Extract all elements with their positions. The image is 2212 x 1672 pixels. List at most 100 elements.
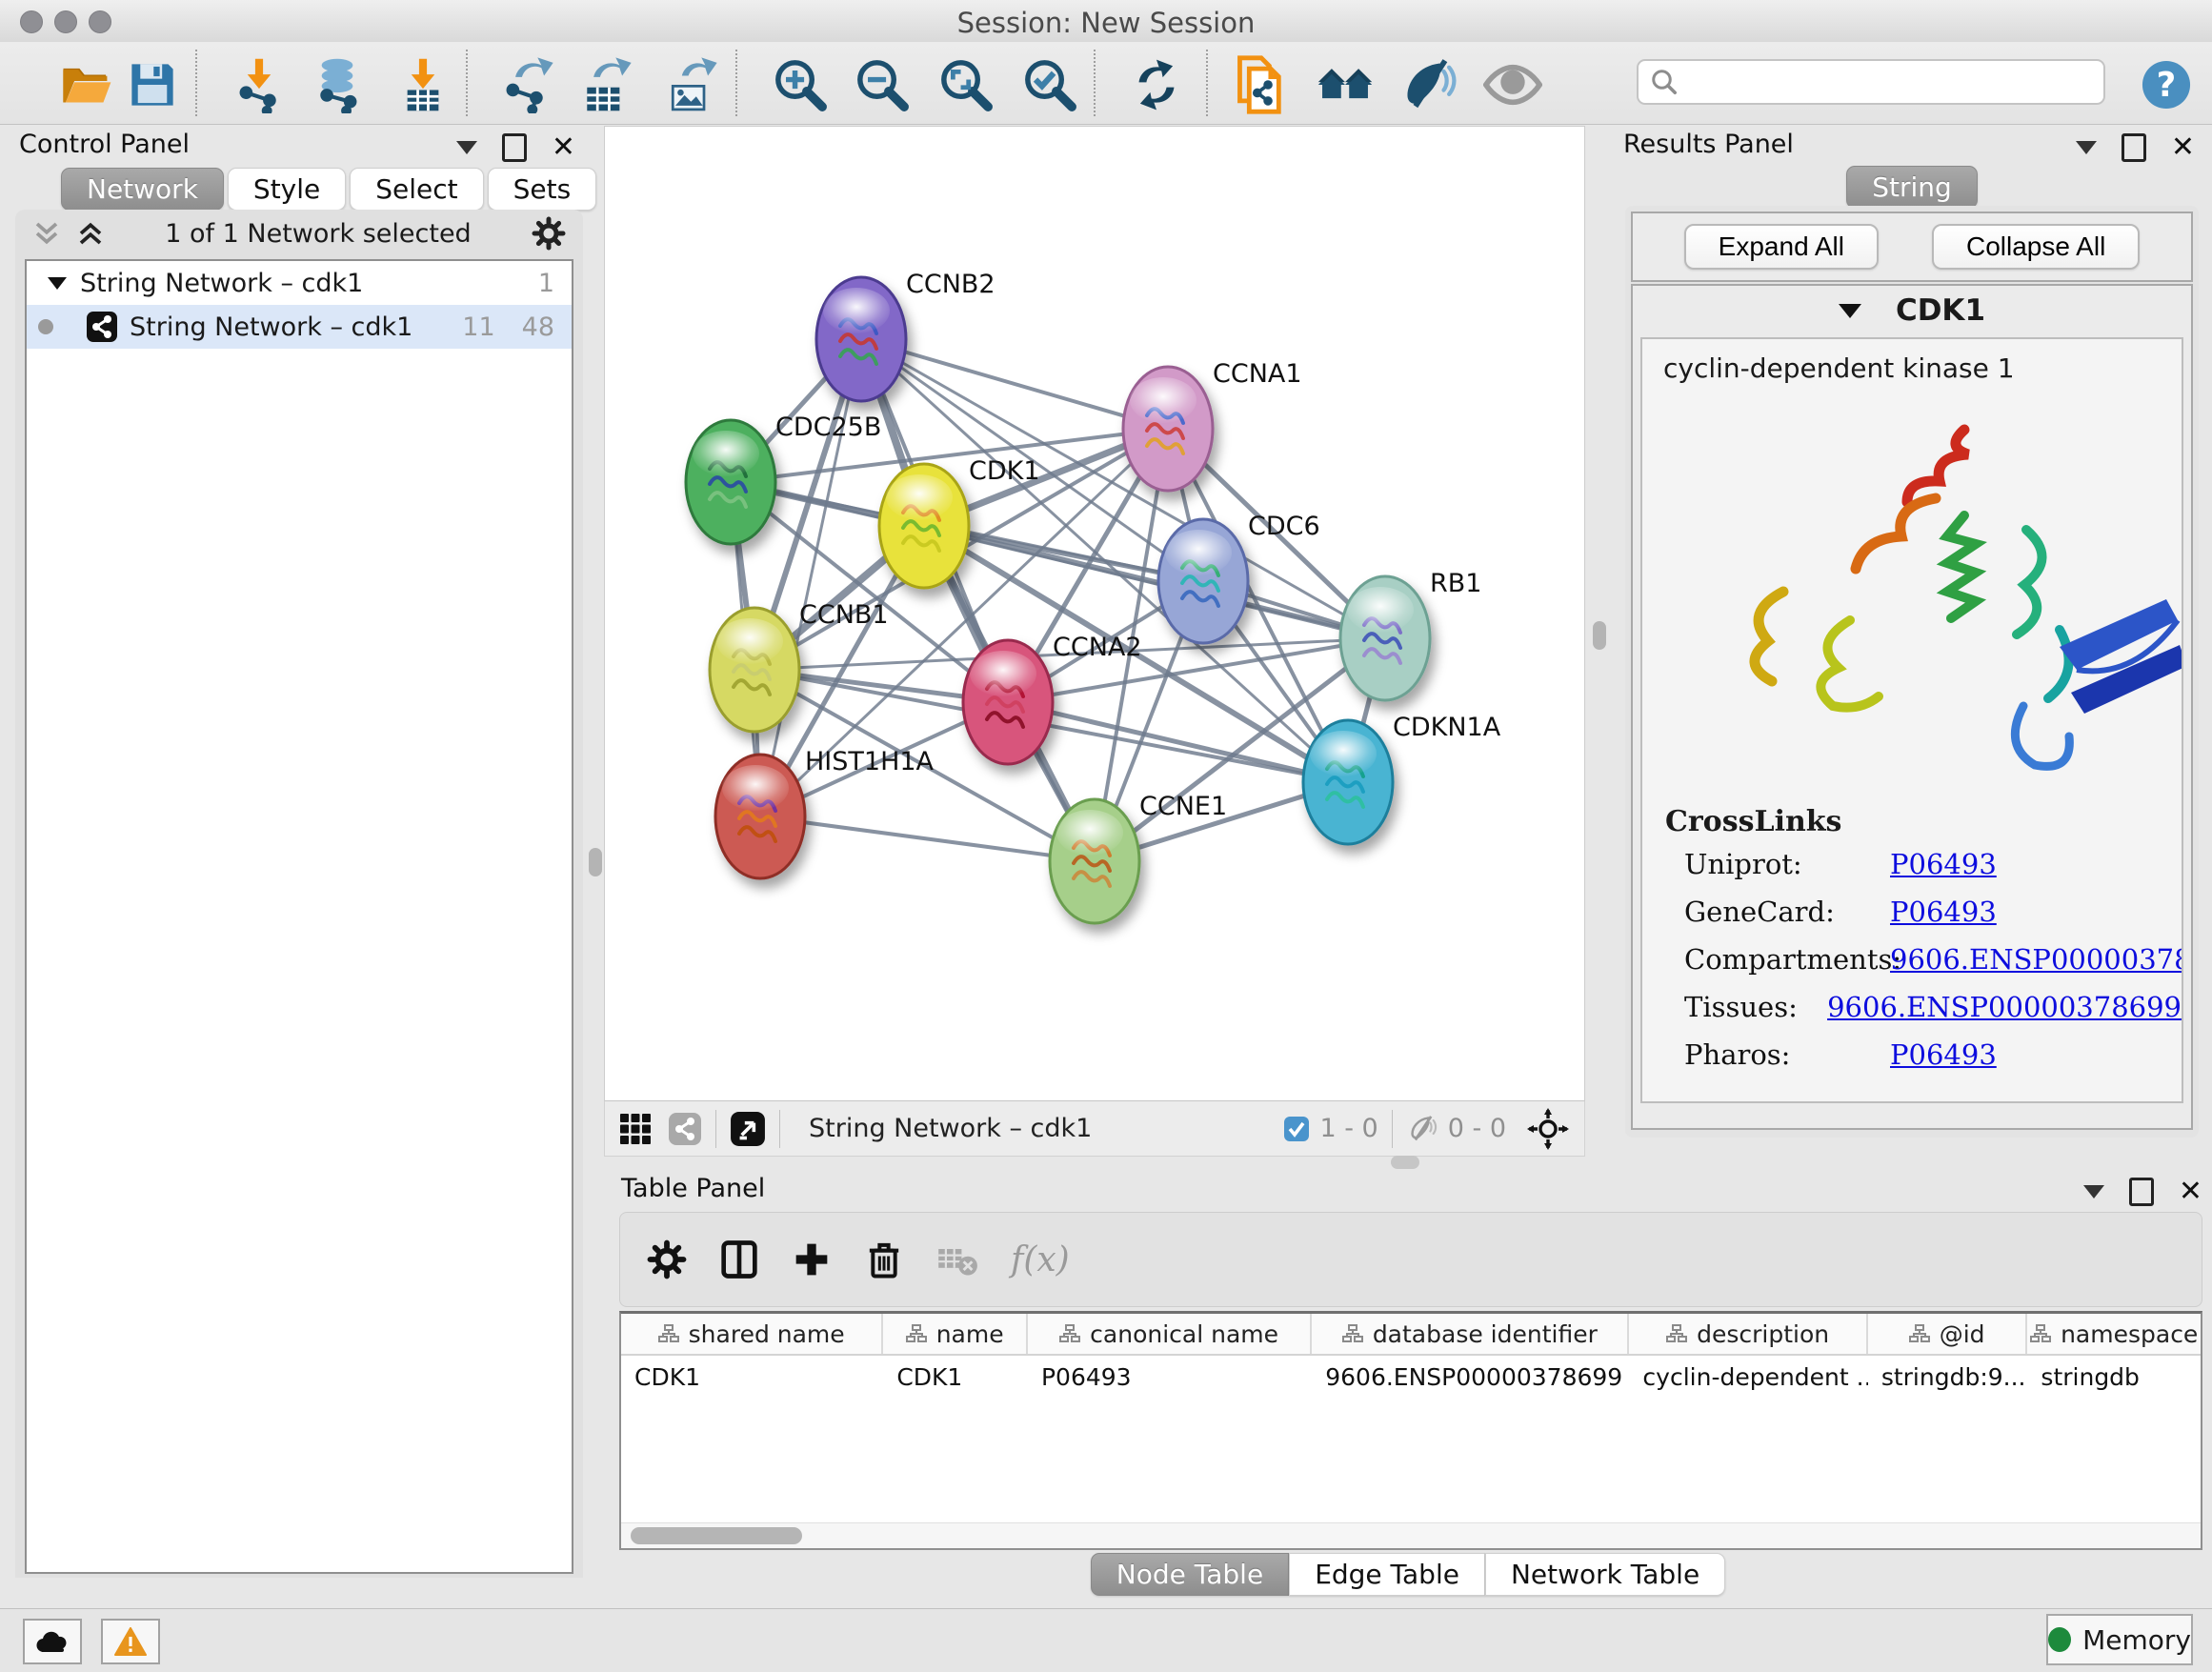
network-collection-row[interactable]: String Network – cdk1 1 xyxy=(27,261,572,305)
toolbar-separator xyxy=(195,50,197,116)
tab-style[interactable]: Style xyxy=(228,168,346,211)
cell-namespace[interactable]: stringdb xyxy=(2027,1356,2201,1398)
add-column-icon[interactable] xyxy=(792,1239,832,1279)
table-row[interactable]: CDK1 CDK1 P06493 9606.ENSP00000378699 cy… xyxy=(621,1356,2201,1398)
export-image-icon[interactable] xyxy=(659,54,720,115)
import-database-icon[interactable] xyxy=(307,54,368,115)
node-count: 11 xyxy=(462,312,494,342)
vertical-splitter-handle[interactable] xyxy=(589,848,602,876)
show-selected-icon[interactable] xyxy=(1482,54,1543,115)
float-panel-icon[interactable] xyxy=(2129,1178,2154,1206)
panel-menu-icon[interactable] xyxy=(456,141,477,154)
zoom-in-icon[interactable] xyxy=(770,54,831,115)
warning-button[interactable] xyxy=(101,1619,160,1664)
cell-name[interactable]: CDK1 xyxy=(883,1356,1028,1398)
birdseye-view-icon[interactable] xyxy=(730,1111,766,1147)
delete-column-icon[interactable] xyxy=(864,1239,904,1279)
crosslink-link[interactable]: 9606.ENSP00000378699 xyxy=(1827,991,2182,1023)
current-network-dot-icon xyxy=(38,319,53,334)
collection-label: String Network – cdk1 xyxy=(80,269,363,298)
hidden-eye-icon[interactable] xyxy=(1406,1112,1440,1146)
import-table-icon[interactable] xyxy=(392,54,453,115)
homes-icon[interactable] xyxy=(1315,54,1376,115)
clear-table-icon[interactable] xyxy=(936,1239,978,1280)
close-panel-icon[interactable]: ✕ xyxy=(552,133,575,162)
network-row[interactable]: String Network – cdk1 11 48 xyxy=(27,305,572,349)
save-icon[interactable] xyxy=(122,54,183,115)
float-panel-icon[interactable] xyxy=(2122,133,2146,162)
hidden-node-edge-counts: 0 - 0 xyxy=(1448,1114,1506,1143)
entry-expander-icon[interactable] xyxy=(1839,304,1861,318)
expand-all-icon[interactable] xyxy=(76,219,105,248)
expand-all-button[interactable]: Expand All xyxy=(1684,224,1879,270)
crosslink-link[interactable]: P06493 xyxy=(1890,1038,1997,1071)
entry-description: cyclin-dependent kinase 1 xyxy=(1642,339,2182,384)
column-header[interactable]: namespace xyxy=(2027,1314,2201,1354)
selected-node-edge-counts: 1 - 0 xyxy=(1319,1114,1377,1143)
function-builder-icon[interactable]: f(x) xyxy=(1011,1240,1070,1279)
crosslinks-title: CrossLinks xyxy=(1642,801,2182,840)
open-folder-icon[interactable] xyxy=(55,54,116,115)
collection-expander-icon[interactable] xyxy=(48,277,67,290)
horizontal-scrollbar[interactable] xyxy=(621,1522,2201,1548)
float-panel-icon[interactable] xyxy=(502,133,527,162)
string-file-icon[interactable] xyxy=(1231,54,1292,115)
zoom-fit-icon[interactable] xyxy=(935,54,996,115)
edge-count: 48 xyxy=(522,312,554,342)
column-header[interactable]: description xyxy=(1629,1314,1867,1354)
gear-icon[interactable] xyxy=(532,216,566,251)
close-panel-icon[interactable]: ✕ xyxy=(2171,133,2195,162)
string-network-icon xyxy=(86,311,118,343)
network-canvas[interactable]: CCNB2CCNA1CDC25BCDK1CDC6RB1CCNB1CCNA2CDK… xyxy=(604,126,1585,1102)
tab-edge-table[interactable]: Edge Table xyxy=(1289,1553,1485,1596)
crosslink-link[interactable]: 9606.ENSP00000378699 xyxy=(1890,943,2183,976)
horizontal-splitter-handle[interactable] xyxy=(1391,1156,1419,1169)
tab-node-table[interactable]: Node Table xyxy=(1091,1553,1289,1596)
zoom-out-icon[interactable] xyxy=(852,54,913,115)
svg-text:CCNB2: CCNB2 xyxy=(906,270,995,299)
cell-canonical-name[interactable]: P06493 xyxy=(1028,1356,1312,1398)
cell-id[interactable]: stringdb:9... xyxy=(1868,1356,2028,1398)
memory-button[interactable]: Memory xyxy=(2046,1614,2193,1665)
search-input[interactable] xyxy=(1637,59,2105,105)
columns-icon[interactable] xyxy=(719,1239,759,1279)
column-header[interactable]: @id xyxy=(1868,1314,2028,1354)
tab-network-table[interactable]: Network Table xyxy=(1485,1553,1725,1596)
collapse-all-icon[interactable] xyxy=(32,219,61,248)
hide-selected-icon[interactable] xyxy=(1398,54,1459,115)
cell-database-identifier[interactable]: 9606.ENSP00000378699 xyxy=(1312,1356,1629,1398)
column-header[interactable]: name xyxy=(883,1314,1028,1354)
main-toolbar: ? xyxy=(0,42,2212,125)
panel-menu-icon[interactable] xyxy=(2083,1185,2104,1199)
cloud-button[interactable] xyxy=(23,1619,82,1664)
grid-view-icon[interactable] xyxy=(618,1112,653,1146)
column-header[interactable]: shared name xyxy=(621,1314,883,1354)
network-view-mode-icon[interactable] xyxy=(668,1112,702,1146)
panel-menu-icon[interactable] xyxy=(2076,141,2097,154)
export-table-icon[interactable] xyxy=(573,54,634,115)
help-icon[interactable]: ? xyxy=(2136,54,2197,115)
scrollbar-thumb[interactable] xyxy=(631,1527,802,1544)
cell-description[interactable]: cyclin-dependent ... xyxy=(1629,1356,1867,1398)
close-panel-icon[interactable]: ✕ xyxy=(2179,1178,2202,1206)
collapse-all-button[interactable]: Collapse All xyxy=(1932,224,2140,270)
column-header[interactable]: canonical name xyxy=(1028,1314,1312,1354)
crosslink-link[interactable]: P06493 xyxy=(1890,848,1997,880)
tab-network[interactable]: Network xyxy=(61,168,224,211)
column-header[interactable]: database identifier xyxy=(1312,1314,1629,1354)
refresh-icon[interactable] xyxy=(1126,54,1187,115)
selected-checkbox-icon[interactable] xyxy=(1283,1116,1310,1142)
fit-content-crosshair-icon[interactable] xyxy=(1527,1108,1569,1150)
cell-shared-name[interactable]: CDK1 xyxy=(621,1356,883,1398)
import-network-icon[interactable] xyxy=(229,54,290,115)
tab-sets[interactable]: Sets xyxy=(488,168,597,211)
tab-select[interactable]: Select xyxy=(350,168,483,211)
svg-text:CDC6: CDC6 xyxy=(1248,512,1320,541)
export-network-icon[interactable] xyxy=(495,54,556,115)
tab-string[interactable]: String xyxy=(1846,166,1978,209)
zoom-selected-icon[interactable] xyxy=(1019,54,1080,115)
crosslink-link[interactable]: P06493 xyxy=(1890,896,1997,928)
node-table[interactable]: shared name name canonical name database… xyxy=(619,1311,2202,1550)
gear-icon[interactable] xyxy=(647,1239,687,1279)
vertical-splitter-handle[interactable] xyxy=(1593,621,1606,650)
